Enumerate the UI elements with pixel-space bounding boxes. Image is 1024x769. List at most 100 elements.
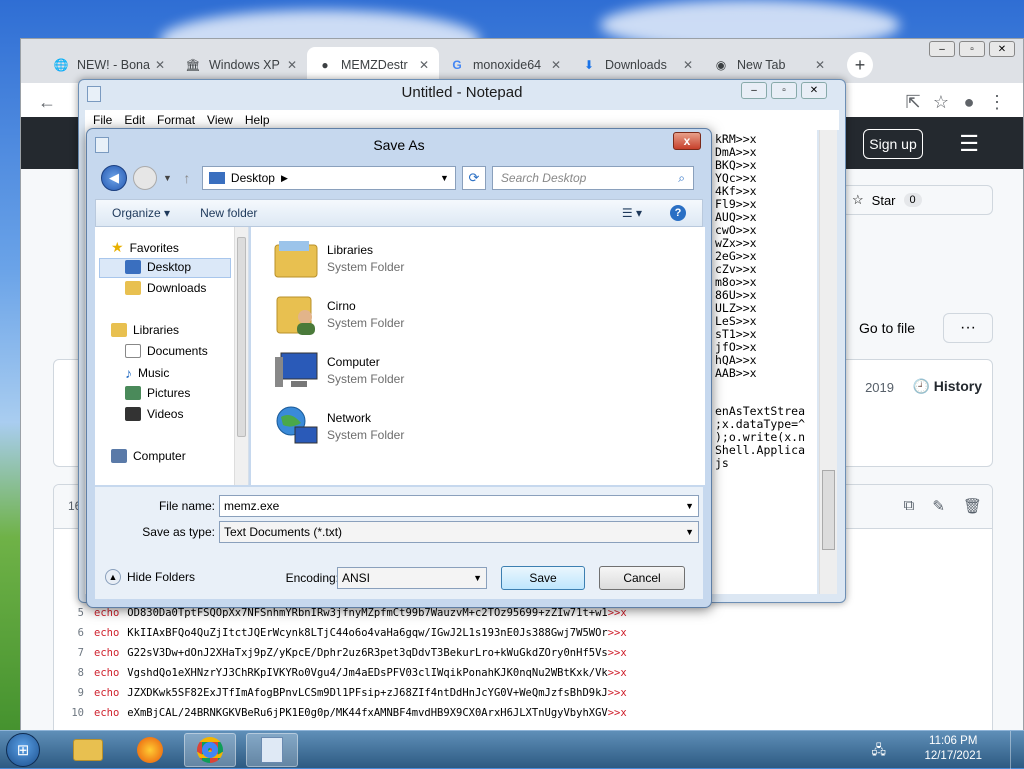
scroll-thumb[interactable]: [237, 237, 246, 437]
save-button[interactable]: Save: [501, 566, 585, 590]
chevron-down-icon[interactable]: ▼: [440, 173, 449, 183]
history-link[interactable]: 🕘 History: [912, 378, 982, 395]
hide-folders-button[interactable]: ▲ Hide Folders: [105, 569, 195, 585]
explorer-taskbar-icon[interactable]: [62, 733, 114, 767]
dialog-title: Save As: [373, 137, 425, 153]
tab-memz[interactable]: ● MEMZDestr ✕: [307, 47, 439, 83]
menu-format[interactable]: Format: [157, 113, 195, 127]
scroll-thumb[interactable]: [822, 470, 835, 550]
navigation-row: ◀ ▼ ↑ Desktop ▶ ▼ ⟳ Search Desktop ⌕: [101, 163, 697, 193]
close-icon[interactable]: ✕: [683, 58, 693, 72]
nav-desktop[interactable]: Desktop: [125, 260, 191, 274]
file-name-input[interactable]: memz.exe ▼: [219, 495, 699, 517]
tab-downloads[interactable]: ⬇ Downloads ✕: [571, 47, 703, 83]
file-item-computer[interactable]: Computer System Folder: [273, 347, 404, 393]
start-button[interactable]: ⊞: [6, 733, 40, 767]
new-folder-button[interactable]: New folder: [200, 206, 257, 220]
line-number: 6: [77, 627, 84, 639]
nav-music[interactable]: ♪ Music: [125, 365, 169, 381]
menu-dots-icon[interactable]: ⋮: [983, 88, 1011, 116]
archive-icon: 🏛: [185, 58, 201, 72]
back-arrow-icon[interactable]: ◀: [101, 165, 127, 191]
show-desktop-button[interactable]: [1010, 731, 1024, 769]
save-type-select[interactable]: Text Documents (*.txt) ▼: [219, 521, 699, 543]
organize-button[interactable]: Organize ▾: [112, 206, 170, 220]
firefox-taskbar-icon[interactable]: [124, 733, 176, 767]
globe-icon: 🌐: [53, 58, 69, 72]
chevron-right-icon[interactable]: ▶: [281, 173, 288, 184]
save-type-label: Save as type:: [142, 525, 215, 539]
clock[interactable]: 11:06 PM 12/17/2021: [924, 734, 982, 764]
help-icon[interactable]: ?: [670, 205, 686, 221]
maximize-button[interactable]: ▫: [771, 82, 797, 99]
file-item-libraries[interactable]: Libraries System Folder: [273, 235, 404, 281]
recent-dropdown-icon[interactable]: ▼: [163, 173, 172, 183]
cancel-button[interactable]: Cancel: [599, 566, 685, 590]
file-type: System Folder: [327, 259, 405, 274]
hamburger-icon[interactable]: ☰: [959, 131, 979, 157]
share-icon[interactable]: ⇱: [899, 88, 927, 116]
pencil-icon[interactable]: ✎: [932, 497, 945, 515]
chevron-down-icon[interactable]: ▼: [473, 573, 482, 583]
forward-arrow-icon[interactable]: [133, 166, 157, 190]
close-icon[interactable]: ✕: [551, 58, 561, 72]
nav-favorites[interactable]: ★ Favorites: [111, 239, 179, 256]
tab-windows-xp[interactable]: 🏛 Windows XP ✕: [175, 47, 307, 83]
close-icon[interactable]: ✕: [155, 58, 165, 72]
network-icon: [273, 403, 319, 449]
minimize-button[interactable]: –: [741, 82, 767, 99]
maximize-button[interactable]: ▫: [959, 41, 985, 57]
minimize-button[interactable]: –: [929, 41, 955, 57]
profile-icon[interactable]: ●: [955, 88, 983, 116]
view-options-icon[interactable]: ☰ ▾: [622, 206, 642, 220]
search-input[interactable]: Search Desktop ⌕: [491, 166, 694, 190]
file-item-network[interactable]: Network System Folder: [273, 403, 404, 449]
close-icon[interactable]: ✕: [287, 58, 297, 72]
nav-computer[interactable]: Computer: [111, 449, 186, 463]
nav-documents[interactable]: Documents: [125, 344, 208, 358]
encoding-select[interactable]: ANSI ▼: [337, 567, 487, 589]
sign-up-button[interactable]: Sign up: [863, 129, 923, 159]
chrome-taskbar-icon[interactable]: [184, 733, 236, 767]
notepad-taskbar-icon[interactable]: [246, 733, 298, 767]
clock-date: 12/17/2021: [924, 750, 982, 762]
close-button[interactable]: ✕: [989, 41, 1015, 57]
copy-icon[interactable]: ⧉: [904, 497, 915, 515]
chevron-down-icon[interactable]: ▼: [685, 501, 694, 511]
star-count: 0: [903, 193, 922, 207]
trash-icon[interactable]: 🗑: [963, 497, 982, 515]
vertical-scrollbar[interactable]: [819, 130, 837, 594]
tab-monoxide[interactable]: Gmonoxide64 ✕: [439, 47, 571, 83]
back-arrow-icon[interactable]: ←: [33, 88, 61, 116]
redirect: >>x: [607, 647, 627, 659]
chevron-down-icon[interactable]: ▼: [685, 527, 694, 537]
more-options-button[interactable]: ···: [943, 313, 993, 343]
address-bar[interactable]: Desktop ▶ ▼: [201, 166, 456, 190]
menu-edit[interactable]: Edit: [124, 113, 145, 127]
file-item-cirno[interactable]: Cirno System Folder: [273, 291, 404, 337]
pane-scrollbar[interactable]: [234, 227, 248, 485]
close-icon[interactable]: ✕: [419, 58, 429, 72]
nav-videos[interactable]: Videos: [125, 407, 183, 421]
nav-libraries[interactable]: Libraries: [111, 323, 179, 337]
address-text: Desktop: [230, 171, 275, 185]
refresh-icon[interactable]: ⟳: [461, 166, 486, 190]
go-to-file-button[interactable]: Go to file: [859, 313, 929, 343]
nav-pictures[interactable]: Pictures: [125, 386, 190, 400]
menu-view[interactable]: View: [207, 113, 233, 127]
tab-bona[interactable]: 🌐 NEW! - Bona ✕: [43, 47, 175, 83]
tab-label: Windows XP: [209, 58, 280, 72]
close-button[interactable]: x: [673, 132, 701, 150]
close-icon[interactable]: ✕: [815, 58, 825, 72]
menu-help[interactable]: Help: [245, 113, 270, 127]
new-tab-button[interactable]: +: [847, 52, 873, 78]
tab-new-tab[interactable]: ◉ New Tab ✕: [703, 47, 835, 83]
bookmark-star-icon[interactable]: ☆: [927, 88, 955, 116]
close-button[interactable]: ✕: [801, 82, 827, 99]
up-arrow-icon[interactable]: ↑: [178, 170, 196, 186]
desktop-icon: [208, 172, 225, 184]
star-button[interactable]: ☆ Star 0: [841, 185, 993, 215]
network-tray-icon[interactable]: 🖧: [872, 741, 887, 763]
nav-downloads[interactable]: Downloads: [125, 281, 206, 295]
menu-file[interactable]: File: [93, 113, 112, 127]
